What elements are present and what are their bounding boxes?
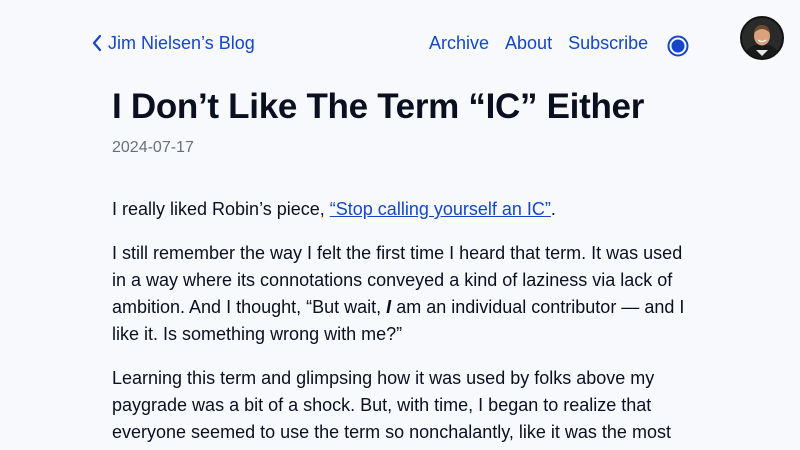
article-title: I Don’t Like The Term “IC” Either — [112, 87, 645, 126]
page: Jim Nielsen’s Blog Archive About Subscri… — [0, 0, 800, 450]
nav-about-link[interactable]: About — [505, 32, 552, 54]
paragraph-1: I really liked Robin’s piece, “Stop call… — [112, 196, 692, 223]
theme-toggle-icon — [667, 35, 689, 57]
paragraph-3: Learning this term and glimpsing how it … — [112, 368, 671, 442]
article-body: I really liked Robin’s piece, “Stop call… — [112, 196, 692, 446]
theme-toggle-button[interactable] — [667, 35, 689, 57]
article-date: 2024-07-17 — [112, 139, 194, 156]
nav-archive-link[interactable]: Archive — [429, 32, 489, 54]
avatar-photo-icon — [742, 18, 782, 58]
paragraph-1-end: . — [550, 199, 556, 219]
article: I Don’t Like The Term “IC” Either 2024-0… — [112, 84, 692, 450]
robin-article-link[interactable]: “Stop calling yourself an IC” — [330, 199, 551, 219]
author-avatar[interactable] — [740, 16, 784, 60]
chevron-left-icon — [92, 34, 102, 52]
main-nav: Archive About Subscribe — [429, 32, 648, 54]
paragraph-2: I still remember the way I felt the firs… — [112, 240, 692, 348]
site-header: Jim Nielsen’s Blog Archive About Subscri… — [0, 0, 800, 80]
paragraph-1-text: I really liked Robin’s piece, — [112, 199, 330, 219]
back-to-blog-link[interactable]: Jim Nielsen’s Blog — [92, 32, 255, 54]
back-link-label: Jim Nielsen’s Blog — [108, 33, 255, 53]
nav-subscribe-link[interactable]: Subscribe — [568, 32, 648, 54]
